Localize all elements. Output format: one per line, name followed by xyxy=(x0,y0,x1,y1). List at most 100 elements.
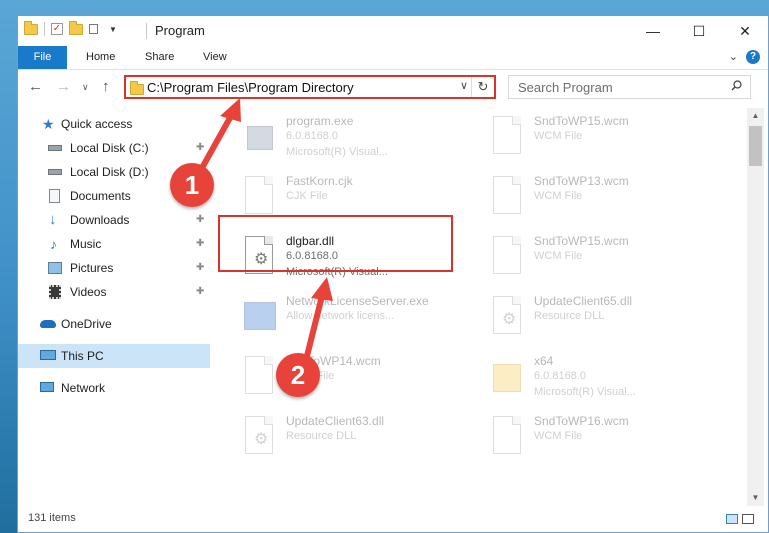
file-item[interactable]: SndToWP13.wcm WCM File xyxy=(468,168,708,228)
pin-icon[interactable]: ✚ xyxy=(196,256,204,280)
scroll-down-icon[interactable]: ▼ xyxy=(747,490,764,506)
sidebar-item-label: Quick access xyxy=(61,117,133,131)
address-folder-icon xyxy=(130,81,144,95)
status-bar: 131 items xyxy=(18,506,768,532)
file-description: Microsoft(R) Visual... xyxy=(286,146,388,158)
file-name: NetworkLicenseServer.exe xyxy=(286,294,429,308)
help-icon[interactable]: ? xyxy=(746,50,760,64)
file-item[interactable]: NetworkLicenseServer.exe Allow network l… xyxy=(220,288,460,348)
search-icon[interactable] xyxy=(731,80,742,91)
file-item[interactable]: ⚙ UpdateClient65.dll Resource DLL xyxy=(468,288,708,348)
ribbon-tabs: File Home Share View ⌄ ? xyxy=(18,46,768,70)
title-divider xyxy=(146,23,147,39)
tab-file[interactable]: File xyxy=(18,46,67,69)
pin-icon[interactable]: ✚ xyxy=(196,280,204,304)
sidebar-item-videos[interactable]: Videos ✚ xyxy=(18,280,210,304)
maximize-button[interactable]: ☐ xyxy=(676,16,722,46)
document-icon xyxy=(489,416,525,458)
document-icon xyxy=(489,176,525,218)
close-button[interactable]: ✕ xyxy=(722,16,768,46)
dll-gear-icon: ⚙ xyxy=(489,296,525,338)
cloud-icon xyxy=(40,320,56,328)
sidebar-item-local-disk-c[interactable]: Local Disk (C:) ✚ xyxy=(18,136,210,160)
title-bar: ✓ ▼ Program — ☐ ✕ xyxy=(18,16,768,46)
qat-dropdown-icon[interactable]: ▼ xyxy=(109,25,117,34)
file-name: UpdateClient63.dll xyxy=(286,414,385,428)
document-icon xyxy=(241,356,277,398)
minimize-button[interactable]: — xyxy=(630,16,676,46)
customize-icon[interactable] xyxy=(89,23,103,35)
dll-gear-icon: ⚙ xyxy=(241,416,277,458)
program-exe-icon xyxy=(241,116,277,158)
sidebar-item-network[interactable]: Network xyxy=(18,376,210,400)
details-view-icon[interactable] xyxy=(726,514,738,524)
tab-home[interactable]: Home xyxy=(86,46,115,69)
new-folder-icon[interactable] xyxy=(69,20,83,35)
scroll-up-icon[interactable]: ▲ xyxy=(747,108,764,124)
sidebar-item-label: Documents xyxy=(70,189,131,203)
file-name: SndToWP16.wcm xyxy=(534,414,629,428)
file-description: Allow network licens... xyxy=(286,310,395,322)
pin-icon[interactable]: ✚ xyxy=(196,208,204,232)
file-type: WCM File xyxy=(534,130,583,142)
file-type: CJK File xyxy=(286,190,328,202)
file-item[interactable]: x64 6.0.8168.0 Microsoft(R) Visual... xyxy=(468,348,708,408)
pin-icon[interactable]: ✚ xyxy=(196,232,204,256)
sidebar-item-onedrive[interactable]: OneDrive xyxy=(18,312,210,336)
file-item[interactable]: ⚙ UpdateClient63.dll Resource DLL xyxy=(220,408,460,468)
sidebar-item-pictures[interactable]: Pictures ✚ xyxy=(18,256,210,280)
document-icon xyxy=(489,116,525,158)
search-input[interactable]: Search Program xyxy=(518,80,613,95)
file-item[interactable]: SndToWP14.wcm WCM File xyxy=(220,348,460,408)
tab-share[interactable]: Share xyxy=(145,46,174,69)
file-name: program.exe xyxy=(286,114,354,128)
up-arrow-icon[interactable]: ↑ xyxy=(102,78,110,95)
folder-icon xyxy=(24,20,38,35)
expand-ribbon-icon[interactable]: ⌄ xyxy=(729,50,738,63)
file-name: SndToWP13.wcm xyxy=(534,174,629,188)
file-type: Resource DLL xyxy=(286,430,357,442)
file-item[interactable]: SndToWP15.wcm WCM File xyxy=(468,228,708,288)
address-bar[interactable]: C:\Program Files\Program Directory ∨ ↻ xyxy=(124,75,496,99)
file-list: program.exe 6.0.8168.0 Microsoft(R) Visu… xyxy=(220,108,746,508)
file-type: Resource DLL xyxy=(534,310,605,322)
file-item[interactable]: SndToWP16.wcm WCM File xyxy=(468,408,708,468)
recent-locations-dropdown-icon[interactable]: ∨ xyxy=(82,82,89,93)
sidebar-item-label: This PC xyxy=(61,349,104,363)
computer-icon xyxy=(40,350,56,360)
properties-check-icon[interactable]: ✓ xyxy=(51,23,63,35)
tab-view[interactable]: View xyxy=(203,46,227,69)
window-title: Program xyxy=(155,23,205,38)
sidebar-item-label: Music xyxy=(70,237,102,251)
sidebar-item-quick-access[interactable]: ★ Quick access xyxy=(18,112,210,136)
file-name: x64 xyxy=(534,354,554,368)
address-dropdown-icon[interactable]: ∨ xyxy=(460,79,468,92)
toolbar-divider xyxy=(44,22,45,36)
address-path[interactable]: C:\Program Files\Program Directory xyxy=(147,80,354,95)
large-icons-view-icon[interactable] xyxy=(742,514,754,524)
navigation-bar: ← → ∨ ↑ C:\Program Files\Program Directo… xyxy=(18,70,768,104)
back-arrow-icon[interactable]: ← xyxy=(28,78,43,95)
exe-window-icon xyxy=(241,296,277,338)
download-icon: ↓ xyxy=(49,211,57,228)
document-icon xyxy=(489,236,525,278)
sidebar-item-music[interactable]: ♪ Music ✚ xyxy=(18,232,210,256)
search-box[interactable]: Search Program xyxy=(508,75,751,99)
scroll-thumb[interactable] xyxy=(749,126,762,166)
sidebar-item-this-pc[interactable]: This PC xyxy=(18,344,210,368)
file-item[interactable]: SndToWP15.wcm WCM File xyxy=(468,108,708,168)
file-highlight-box xyxy=(218,215,453,272)
pin-icon[interactable]: ✚ xyxy=(196,136,204,160)
sidebar-item-downloads[interactable]: ↓ Downloads ✚ xyxy=(18,208,210,232)
file-description: Microsoft(R) Visual... xyxy=(534,386,636,398)
forward-arrow-icon[interactable]: → xyxy=(56,78,71,95)
sidebar-item-label: Local Disk (C:) xyxy=(70,141,149,155)
music-icon: ♪ xyxy=(50,236,57,252)
file-item[interactable]: program.exe 6.0.8168.0 Microsoft(R) Visu… xyxy=(220,108,460,168)
explorer-window: ✓ ▼ Program — ☐ ✕ File Home Share View ⌄… xyxy=(17,15,769,533)
file-name: SndToWP15.wcm xyxy=(534,114,629,128)
vertical-scrollbar[interactable]: ▲ ▼ xyxy=(747,108,764,506)
file-version: 6.0.8168.0 xyxy=(534,370,586,382)
drive-icon xyxy=(48,145,62,151)
refresh-icon[interactable]: ↻ xyxy=(471,77,494,97)
